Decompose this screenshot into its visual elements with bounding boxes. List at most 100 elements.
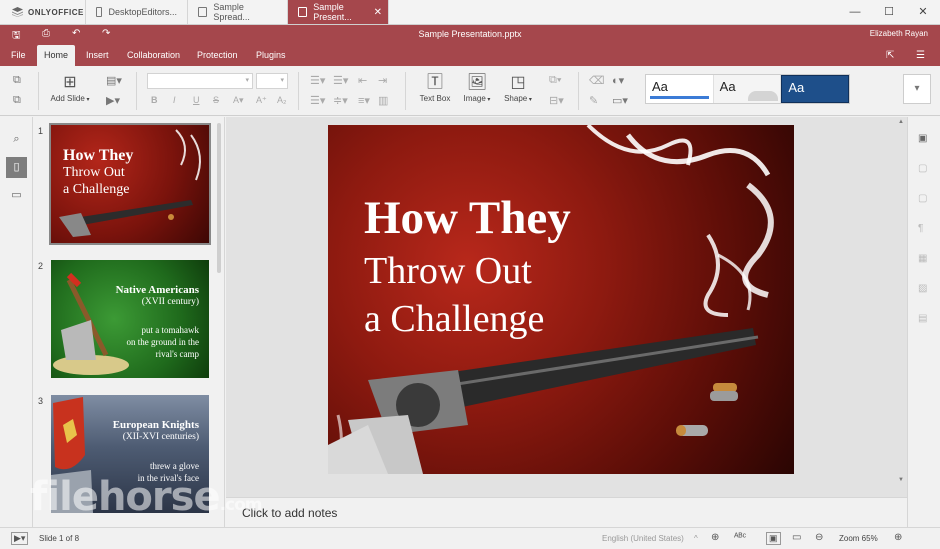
- thumbnail-title-line3: a Challenge: [63, 182, 130, 197]
- table-settings-icon[interactable]: ▦: [918, 253, 927, 264]
- close-tab-icon[interactable]: ✕: [374, 7, 382, 18]
- thumbnail-number: 2: [38, 261, 44, 271]
- maximize-icon[interactable]: ☐: [872, 0, 906, 24]
- italic-icon[interactable]: I: [173, 95, 176, 105]
- text-art-settings-icon[interactable]: ▤: [918, 313, 927, 324]
- decrease-font-icon[interactable]: A₂: [277, 95, 287, 105]
- window-tab-bar: ONLYOFFICE DesktopEditors... Sample Spre…: [0, 0, 940, 25]
- zoom-level[interactable]: Zoom 65%: [839, 534, 878, 543]
- current-slide[interactable]: How They Throw Out a Challenge: [328, 125, 794, 474]
- font-size-select[interactable]: ▾: [256, 73, 288, 89]
- close-window-icon[interactable]: ✕: [906, 0, 940, 24]
- zoom-out-icon[interactable]: ⊖: [815, 532, 823, 543]
- tab-protection[interactable]: Protection: [190, 45, 245, 66]
- slide-counter[interactable]: Slide 1 of 8: [39, 534, 79, 543]
- zoom-in-icon[interactable]: ⊕: [894, 532, 902, 543]
- open-location-icon[interactable]: ⇱: [886, 50, 894, 61]
- arrange-icon[interactable]: ⧉▾: [549, 74, 561, 87]
- fit-to-width-icon[interactable]: ▭: [792, 532, 801, 543]
- add-slide-label: Add Slide: [50, 94, 85, 103]
- editor-scrollbar[interactable]: ▲ ▼: [897, 117, 907, 497]
- spellcheck-icon[interactable]: ᴬᴮᶜ: [734, 532, 746, 543]
- slides-panel-icon[interactable]: ▯: [6, 157, 27, 178]
- tab-plugins[interactable]: Plugins: [249, 45, 293, 66]
- globe-icon[interactable]: ⊕: [711, 532, 719, 543]
- bullets-icon[interactable]: ☰▾: [310, 74, 325, 87]
- slide-thumbnail-2[interactable]: Native Americans (XVII century) put a to…: [51, 260, 209, 378]
- language-chevron-icon[interactable]: ^: [694, 534, 698, 543]
- theme-blue[interactable]: Aa: [781, 75, 850, 103]
- increase-font-icon[interactable]: A⁺: [256, 95, 267, 106]
- copy-style-icon[interactable]: ✎: [589, 94, 598, 107]
- comments-icon[interactable]: ▭: [6, 185, 27, 206]
- onlyoffice-logo[interactable]: ONLYOFFICE: [0, 0, 86, 24]
- separator: [136, 72, 137, 110]
- line-spacing-icon[interactable]: ≡▾: [358, 94, 370, 107]
- tab-desktop-editors[interactable]: DesktopEditors...: [86, 0, 188, 24]
- onlyoffice-logo-icon: [12, 7, 23, 17]
- tab-file[interactable]: File: [4, 45, 33, 66]
- shape-button[interactable]: ◳ Shape ▾: [498, 72, 538, 103]
- slide-title-line3[interactable]: a Challenge: [364, 297, 544, 341]
- shape-icon: ◳: [510, 74, 526, 91]
- slide-title-line1[interactable]: How They: [364, 191, 571, 245]
- start-slideshow-icon[interactable]: ▶▾: [106, 94, 120, 107]
- columns-icon[interactable]: ▥: [378, 94, 388, 107]
- slide-editor-canvas: How They Throw Out a Challenge: [226, 117, 907, 497]
- numbering-icon[interactable]: ☰▾: [333, 74, 348, 87]
- slide-thumbnail-1[interactable]: How They Throw Out a Challenge: [49, 123, 211, 245]
- image-settings-icon[interactable]: ▢: [918, 193, 927, 204]
- strikethrough-icon[interactable]: S: [213, 95, 219, 105]
- slide-size-icon[interactable]: ▭▾: [612, 94, 628, 107]
- minimize-icon[interactable]: —: [838, 0, 872, 24]
- layout-icon[interactable]: ▤▾: [106, 74, 122, 87]
- slide-settings-icon[interactable]: ▣: [918, 133, 927, 144]
- paragraph-settings-icon[interactable]: ¶: [918, 223, 923, 234]
- scroll-down-icon[interactable]: ▼: [898, 477, 904, 483]
- start-slideshow-icon[interactable]: ▶▾: [11, 532, 29, 545]
- image-button[interactable]: 🖼 Image ▾: [457, 72, 497, 103]
- hamburger-menu-icon[interactable]: ☰: [916, 50, 925, 61]
- font-name-select[interactable]: ▾: [147, 73, 253, 89]
- thumbnail-text-line1: threw a glove: [150, 461, 199, 471]
- fit-to-slide-icon[interactable]: ▣: [766, 532, 781, 545]
- chart-settings-icon[interactable]: ▨: [918, 283, 927, 294]
- vertical-align-icon[interactable]: ≑▾: [333, 94, 348, 107]
- scroll-up-icon[interactable]: ▲: [898, 119, 904, 125]
- user-name[interactable]: Elizabeth Rayan: [870, 29, 928, 38]
- themes-more-chevron-icon[interactable]: ▾: [903, 74, 931, 104]
- theme-office[interactable]: Aa: [646, 75, 714, 103]
- tab-sample-spreadsheet[interactable]: Sample Spread...: [188, 0, 288, 24]
- color-scheme-icon[interactable]: ◐▾: [612, 74, 624, 87]
- tab-label: Sample Present...: [313, 2, 352, 22]
- tab-sample-presentation[interactable]: Sample Present... ✕: [288, 0, 389, 24]
- align-shape-icon[interactable]: ⊟▾: [549, 94, 564, 107]
- clear-style-icon[interactable]: ⌫: [589, 74, 605, 87]
- notes-panel[interactable]: Click to add notes: [226, 497, 907, 527]
- copy-icon[interactable]: ⧉: [13, 74, 21, 87]
- add-slide-button[interactable]: ⊞ Add Slide ▾: [49, 72, 91, 103]
- theme-gallery: Aa Aa Aa: [645, 74, 850, 104]
- tab-insert[interactable]: Insert: [79, 45, 116, 66]
- slide-title-line2[interactable]: Throw Out: [364, 249, 532, 293]
- increase-indent-icon[interactable]: ⇥: [378, 74, 387, 87]
- search-icon[interactable]: ⌕: [6, 129, 27, 150]
- tab-collaboration[interactable]: Collaboration: [120, 45, 187, 66]
- thumbnails-scrollbar[interactable]: [217, 123, 221, 273]
- align-left-icon[interactable]: ☰▾: [310, 94, 325, 107]
- tab-home[interactable]: Home: [37, 45, 76, 66]
- thumbnail-title-line2: Throw Out: [63, 165, 125, 180]
- document-icon: [96, 7, 103, 17]
- thumbnail-text-line1: put a tomahawk: [141, 325, 200, 335]
- paste-icon[interactable]: ⧉: [13, 94, 21, 107]
- shape-settings-icon[interactable]: ▢: [918, 163, 927, 174]
- font-color-icon[interactable]: A▾: [233, 95, 244, 106]
- language-select[interactable]: English (United States): [602, 534, 684, 543]
- shape-label: Shape: [504, 94, 528, 103]
- underline-icon[interactable]: U: [193, 95, 200, 105]
- theme-basic[interactable]: Aa: [713, 75, 782, 103]
- decrease-indent-icon[interactable]: ⇤: [358, 74, 367, 87]
- theme-sample-text: Aa: [652, 79, 668, 94]
- bold-icon[interactable]: B: [151, 95, 158, 105]
- text-box-button[interactable]: 🅃 Text Box: [415, 72, 455, 103]
